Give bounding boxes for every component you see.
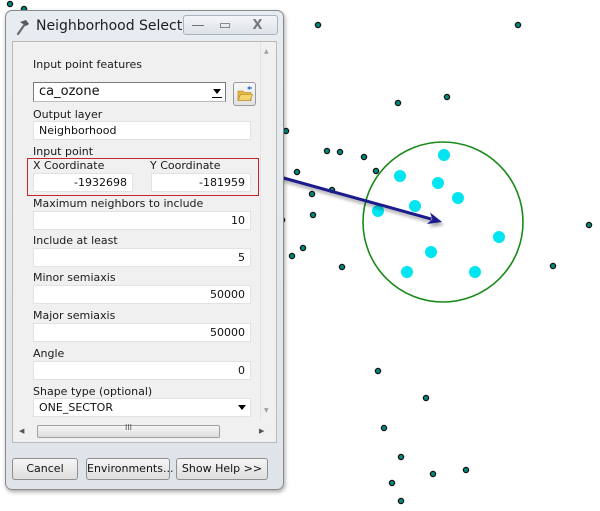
ozone-point[interactable]: [372, 167, 380, 175]
major-semiaxis-value: 50000: [210, 326, 245, 339]
ozone-point[interactable]: [374, 367, 382, 375]
scroll-down-icon[interactable]: ▼: [264, 407, 269, 414]
cancel-button[interactable]: Cancel: [12, 458, 78, 480]
angle-input[interactable]: 0: [33, 361, 251, 380]
ozone-point[interactable]: [314, 21, 322, 29]
minor-semiaxis-label: Minor semiaxis: [33, 271, 116, 284]
ozone-point[interactable]: [394, 99, 402, 107]
ozone-point[interactable]: [443, 93, 451, 101]
scroll-left-icon[interactable]: ◀: [19, 427, 24, 435]
ozone-point[interactable]: [338, 263, 346, 271]
ozone-point[interactable]: [397, 453, 405, 461]
open-folder-icon: [237, 86, 253, 101]
ozone-point[interactable]: [380, 424, 388, 432]
major-semiaxis-input[interactable]: 50000: [33, 323, 251, 342]
browse-button[interactable]: [233, 82, 256, 106]
ozone-point[interactable]: [422, 394, 430, 402]
angle-value: 0: [238, 364, 245, 377]
close-button[interactable]: X: [238, 15, 278, 35]
maximize-button[interactable]: ▭: [212, 15, 239, 35]
title-bar[interactable]: Neighborhood Selection — ▭ X: [6, 11, 283, 41]
pointer-arrow: [261, 170, 442, 225]
include-at-least-value: 5: [238, 251, 245, 264]
shape-type-select[interactable]: ONE_SECTOR: [33, 398, 251, 417]
ozone-point[interactable]: [323, 147, 331, 155]
close-icon: X: [252, 17, 263, 33]
ozone-point[interactable]: [514, 21, 522, 29]
ozone-point[interactable]: [299, 244, 307, 252]
max-neighbors-value: 10: [231, 214, 245, 227]
horizontal-scroll-thumb[interactable]: III: [37, 423, 220, 438]
input-point-features-combo[interactable]: ca_ozone: [33, 82, 226, 102]
minor-semiaxis-input[interactable]: 50000: [33, 285, 251, 304]
include-at-least-label: Include at least: [33, 234, 118, 247]
ozone-point[interactable]: [462, 466, 470, 474]
output-layer-value: Neighborhood: [39, 124, 117, 137]
input-point-features-value: ca_ozone: [39, 84, 100, 99]
hammer-icon: [16, 20, 29, 36]
maximize-icon: ▭: [218, 17, 232, 33]
environments-button[interactable]: Environments...: [86, 458, 173, 480]
scroll-grip-icon: III: [124, 423, 133, 432]
selected-neighbor-point[interactable]: [425, 246, 437, 258]
show-help-button[interactable]: Show Help >>: [176, 458, 268, 480]
max-neighbors-input[interactable]: 10: [33, 211, 251, 230]
selected-neighbor-point[interactable]: [438, 149, 450, 161]
ozone-point[interactable]: [6, 0, 14, 8]
selected-neighbors-layer: [372, 149, 505, 278]
parameters-panel: Input point features ca_ozone Output lay…: [12, 41, 277, 443]
selected-neighbor-point[interactable]: [432, 177, 444, 189]
input-point-features-label: Input point features: [33, 58, 142, 71]
input-point-label: Input point: [33, 145, 94, 158]
ozone-point[interactable]: [585, 221, 593, 229]
angle-label: Angle: [33, 347, 65, 360]
ozone-point[interactable]: [309, 211, 317, 219]
scroll-right-icon[interactable]: ▶: [259, 427, 264, 435]
scroll-up-icon[interactable]: ▲: [264, 48, 269, 55]
minimize-button[interactable]: —: [183, 15, 213, 35]
selected-neighbor-point[interactable]: [493, 231, 505, 243]
arrow-shaft: [261, 170, 432, 221]
ozone-point[interactable]: [360, 153, 368, 161]
minor-semiaxis-value: 50000: [210, 288, 245, 301]
ozone-point[interactable]: [282, 127, 290, 135]
input-point-highlight-box: [27, 158, 259, 196]
ozone-point[interactable]: [293, 168, 301, 176]
ozone-point[interactable]: [308, 190, 316, 198]
shape-type-value: ONE_SECTOR: [39, 401, 113, 414]
horizontal-scrollbar[interactable]: ◀ III ▶: [13, 422, 264, 442]
ozone-point[interactable]: [429, 470, 437, 478]
chevron-down-icon[interactable]: [212, 89, 222, 98]
ozone-point[interactable]: [388, 479, 396, 487]
selected-neighbor-point[interactable]: [469, 266, 481, 278]
ozone-point[interactable]: [336, 148, 344, 156]
selected-neighbor-point[interactable]: [452, 192, 464, 204]
shape-type-label: Shape type (optional): [33, 385, 153, 398]
major-semiaxis-label: Major semiaxis: [33, 309, 116, 322]
neighborhood-selection-dialog: Neighborhood Selection — ▭ X Input point…: [5, 10, 284, 490]
neighborhood-search-circle: [362, 141, 524, 303]
output-layer-label: Output layer: [33, 108, 103, 121]
output-layer-input[interactable]: Neighborhood: [33, 121, 251, 140]
max-neighbors-label: Maximum neighbors to include: [33, 197, 204, 210]
selected-neighbor-point[interactable]: [409, 200, 421, 212]
ozone-point[interactable]: [288, 252, 296, 260]
chevron-down-icon[interactable]: [238, 405, 246, 410]
selected-neighbor-point[interactable]: [394, 170, 406, 182]
dialog-title: Neighborhood Selection: [36, 18, 204, 34]
ozone-point[interactable]: [549, 262, 557, 270]
selected-neighbor-point[interactable]: [401, 266, 413, 278]
ozone-point[interactable]: [397, 497, 405, 505]
vertical-scrollbar[interactable]: ▲ ▼: [260, 42, 276, 420]
minimize-icon: —: [191, 17, 205, 33]
include-at-least-input[interactable]: 5: [33, 248, 251, 267]
